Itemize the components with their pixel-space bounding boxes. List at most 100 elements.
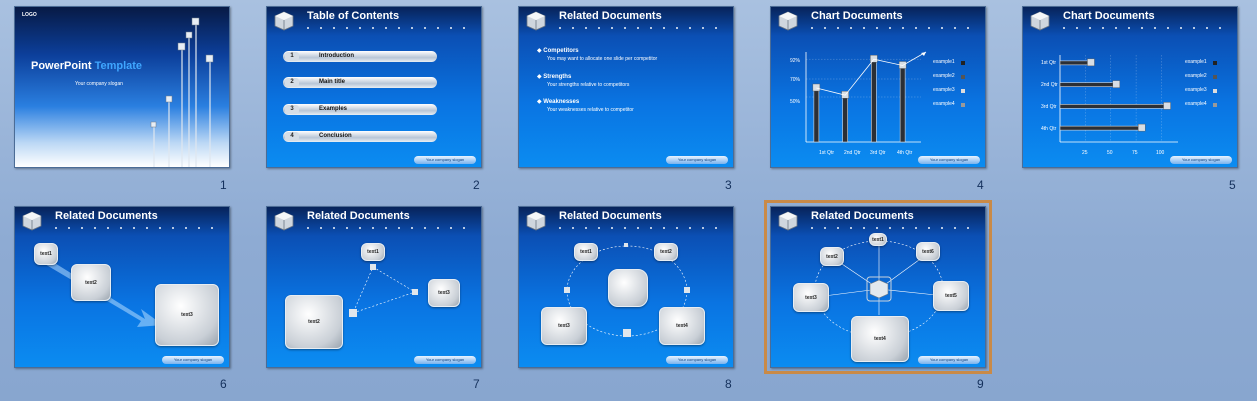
y-tick-label: 4th Qtr xyxy=(1041,126,1057,132)
text-box: text1 xyxy=(361,243,385,261)
x-tick-label: 4th Qtr xyxy=(897,150,913,156)
x-tick-label: 75 xyxy=(1132,150,1138,156)
bar-cap-icon xyxy=(1087,58,1095,67)
text-box: text3 xyxy=(793,283,829,312)
y-tick-label: 70% xyxy=(790,77,801,83)
bar xyxy=(1059,82,1117,87)
slide-thumbnail-1[interactable]: LOGO PowerPoint Template Your company sl… xyxy=(14,6,230,168)
slide-canvas: LOGO PowerPoint Template Your company sl… xyxy=(15,7,229,167)
bullet-item: ◆ Weaknesses Your weaknesses relative to … xyxy=(537,99,634,113)
toc-item: 4 Conclusion xyxy=(283,131,437,142)
center-cube xyxy=(608,269,648,307)
y-tick-label: 92% xyxy=(790,58,801,64)
slide-thumbnail-9[interactable]: Related Documents text1 text2 text6 text… xyxy=(764,200,992,374)
text-box: text2 xyxy=(285,295,343,349)
text-box: text2 xyxy=(654,243,678,261)
text-box: text1 xyxy=(869,233,887,246)
slide-canvas: Related Documents text1 text2 text6 text… xyxy=(771,207,985,367)
bullet-item: ◆ Competitors You may want to allocate on… xyxy=(537,48,658,62)
slide-thumbnail-5[interactable]: Chart Documents 1st Qtr 2nd Qtr 3rd Qtr … xyxy=(1022,6,1238,168)
slide-number: 5 xyxy=(1229,178,1236,192)
slide-canvas: Chart Documents 92% 70% 50% 1st Qtr 2nd … xyxy=(771,7,985,167)
y-tick-label: 50% xyxy=(790,99,801,105)
slide-canvas: Table of Contents 1 Introduction 2 Main ti… xyxy=(267,7,481,167)
legend-swatch xyxy=(961,75,965,79)
slide-thumbnail-8[interactable]: Related Documents text1 text2 text3 text… xyxy=(518,206,734,368)
slide-canvas: Related Documents text1 text2 text3 Your… xyxy=(15,207,229,367)
x-tick-label: 3rd Qtr xyxy=(870,150,886,156)
text-box: text4 xyxy=(659,307,705,345)
bar xyxy=(1059,125,1142,131)
slide-number: 9 xyxy=(977,377,984,391)
toc-item: 2 Main title xyxy=(283,77,437,88)
legend-entry: example2 xyxy=(933,73,955,79)
toc-label: Examples xyxy=(319,106,348,112)
legend-swatch xyxy=(1213,61,1217,65)
text-box: text4 xyxy=(851,316,909,362)
toc-label: Conclusion xyxy=(319,133,352,139)
text-box: text1 xyxy=(34,243,58,265)
x-tick-label: 2nd Qtr xyxy=(844,150,861,156)
bar xyxy=(813,87,820,143)
slide-thumbnail-6[interactable]: Related Documents text1 text2 text3 Your… xyxy=(14,206,230,368)
footer-slogan: Your company slogan xyxy=(1170,156,1232,164)
x-tick-label: 100 xyxy=(1156,150,1165,156)
slide-canvas: Related Documents text1 text2 text3 Your… xyxy=(267,207,481,367)
text-box: text3 xyxy=(541,307,587,345)
footer-slogan: Your company slogan xyxy=(162,356,224,364)
footer-slogan: Your company slogan xyxy=(918,356,980,364)
bullet-heading: Weaknesses xyxy=(543,99,580,105)
y-tick-label: 3rd Qtr xyxy=(1041,104,1057,110)
legend-swatch xyxy=(1213,89,1217,93)
header-dots xyxy=(307,27,475,29)
slide-thumbnail-2[interactable]: Table of Contents 1 Introduction 2 Main ti… xyxy=(266,6,482,168)
footer-slogan: Your company slogan xyxy=(666,156,728,164)
slide-number: 6 xyxy=(220,377,227,391)
header-dots xyxy=(559,27,727,29)
legend-swatch xyxy=(1213,75,1217,79)
slide-number: 7 xyxy=(473,377,480,391)
toc-label: Main title xyxy=(319,79,346,85)
slide-title: Table of Contents xyxy=(307,10,400,22)
slide-thumbnail-7[interactable]: Related Documents text1 text2 text3 Your… xyxy=(266,206,482,368)
legend-swatch xyxy=(961,61,965,65)
cube-icon xyxy=(526,11,546,31)
slide-number: 2 xyxy=(473,178,480,192)
bullet-heading: Competitors xyxy=(543,48,579,54)
slide-title: Related Documents xyxy=(559,10,662,22)
x-tick-label: 1st Qtr xyxy=(819,150,835,156)
legend-swatch xyxy=(961,89,965,93)
text-box: text3 xyxy=(428,279,460,307)
footer-slogan: Your company slogan xyxy=(414,356,476,364)
slide-thumbnail-4[interactable]: Chart Documents 92% 70% 50% 1st Qtr 2nd … xyxy=(770,6,986,168)
toc-label: Introduction xyxy=(319,53,354,59)
slide-number: 1 xyxy=(220,178,227,192)
text-box: text5 xyxy=(933,281,969,311)
slide-thumbnail-3[interactable]: Related Documents ◆ Competitors You may w… xyxy=(518,6,734,168)
slide-canvas: Related Documents ◆ Competitors You may w… xyxy=(519,7,733,167)
bullet-subtext: Your strengths relative to competitors xyxy=(547,82,630,88)
text-box: text1 xyxy=(574,243,598,261)
slide-canvas: Chart Documents 1st Qtr 2nd Qtr 3rd Qtr … xyxy=(1023,7,1237,167)
x-tick-label: 50 xyxy=(1107,150,1113,156)
text-box: text2 xyxy=(820,247,844,266)
bullet-subtext: You may want to allocate one slide per c… xyxy=(547,56,658,62)
toc-item: 3 Examples xyxy=(283,104,437,115)
pins-graphic xyxy=(150,17,214,167)
slide-number: 4 xyxy=(977,178,984,192)
x-tick-label: 25 xyxy=(1082,150,1088,156)
legend-entry: example4 xyxy=(933,101,955,107)
text-box: text3 xyxy=(155,284,219,346)
bullet-subtext: Your weaknesses relative to competitor xyxy=(547,107,634,113)
bar xyxy=(1059,104,1167,109)
toc-index: 3 xyxy=(285,105,299,114)
bar xyxy=(842,94,848,143)
bullet-heading: Strengths xyxy=(543,74,572,80)
toc-index: 4 xyxy=(285,132,299,141)
slide-number: 8 xyxy=(725,377,732,391)
text-box: text2 xyxy=(71,264,111,301)
legend-entry: example4 xyxy=(1185,101,1207,107)
cube-icon xyxy=(274,11,294,31)
bar-cap-icon xyxy=(1112,80,1121,88)
bar-cap-icon xyxy=(812,83,821,92)
